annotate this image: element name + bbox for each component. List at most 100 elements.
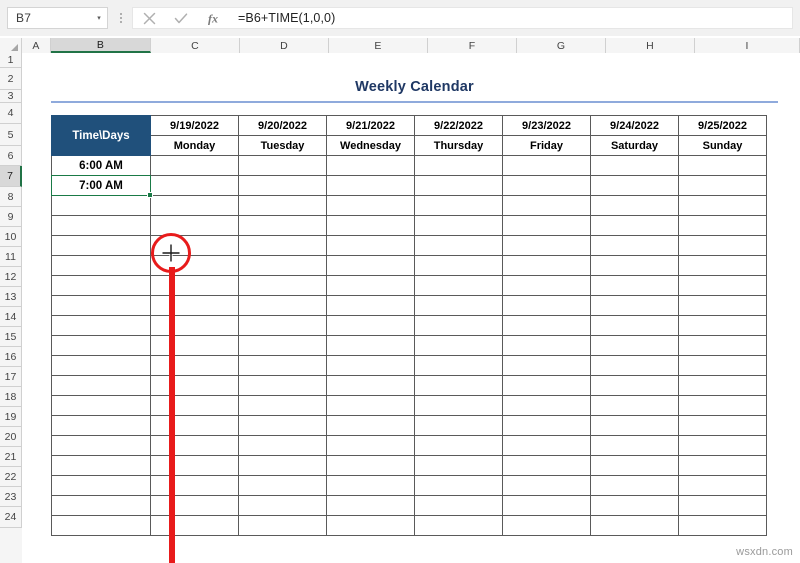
day-cell-4[interactable]: Friday [502, 135, 591, 156]
calendar-empty-cell[interactable] [150, 415, 239, 436]
calendar-empty-cell[interactable] [238, 235, 327, 256]
calendar-empty-cell[interactable] [150, 515, 239, 536]
calendar-empty-cell[interactable] [150, 435, 239, 456]
calendar-empty-cell[interactable] [502, 155, 591, 176]
calendar-empty-cell[interactable] [678, 215, 767, 236]
calendar-empty-cell[interactable] [502, 475, 591, 496]
calendar-empty-cell[interactable] [502, 255, 591, 276]
row-header-10[interactable]: 10 [0, 227, 22, 247]
calendar-empty-cell[interactable] [326, 515, 415, 536]
calendar-empty-cell[interactable] [150, 215, 239, 236]
row-header-14[interactable]: 14 [0, 307, 22, 327]
calendar-empty-cell[interactable] [678, 235, 767, 256]
calendar-empty-cell[interactable] [678, 175, 767, 196]
calendar-empty-cell[interactable] [678, 315, 767, 336]
row-header-4[interactable]: 4 [0, 103, 22, 124]
time-cell[interactable] [51, 515, 151, 536]
column-header-a[interactable]: A [22, 38, 51, 53]
calendar-empty-cell[interactable] [678, 495, 767, 516]
calendar-empty-cell[interactable] [590, 435, 679, 456]
calendar-empty-cell[interactable] [326, 415, 415, 436]
row-header-15[interactable]: 15 [0, 327, 22, 347]
calendar-empty-cell[interactable] [678, 275, 767, 296]
calendar-empty-cell[interactable] [326, 495, 415, 516]
calendar-empty-cell[interactable] [414, 375, 503, 396]
calendar-empty-cell[interactable] [678, 355, 767, 376]
calendar-empty-cell[interactable] [238, 495, 327, 516]
calendar-empty-cell[interactable] [414, 475, 503, 496]
time-cell[interactable] [51, 435, 151, 456]
row-header-22[interactable]: 22 [0, 467, 22, 487]
select-all-corner[interactable] [0, 38, 22, 53]
time-cell[interactable] [51, 455, 151, 476]
date-cell-3[interactable]: 9/22/2022 [414, 115, 503, 136]
calendar-empty-cell[interactable] [678, 335, 767, 356]
more-options-icon[interactable] [110, 7, 132, 29]
calendar-empty-cell[interactable] [150, 335, 239, 356]
calendar-empty-cell[interactable] [326, 315, 415, 336]
calendar-empty-cell[interactable] [502, 195, 591, 216]
time-cell[interactable]: 6:00 AM [51, 155, 151, 176]
time-cell[interactable] [51, 295, 151, 316]
calendar-empty-cell[interactable] [238, 455, 327, 476]
column-header-c[interactable]: C [151, 38, 240, 53]
calendar-empty-cell[interactable] [326, 295, 415, 316]
calendar-empty-cell[interactable] [238, 395, 327, 416]
calendar-empty-cell[interactable] [326, 195, 415, 216]
calendar-empty-cell[interactable] [590, 395, 679, 416]
calendar-empty-cell[interactable] [590, 215, 679, 236]
calendar-empty-cell[interactable] [238, 315, 327, 336]
time-days-corner-cell[interactable]: Time\Days [51, 115, 151, 156]
chevron-down-icon[interactable]: ▾ [91, 8, 107, 28]
calendar-empty-cell[interactable] [502, 335, 591, 356]
calendar-empty-cell[interactable] [238, 295, 327, 316]
time-cell[interactable] [51, 495, 151, 516]
calendar-empty-cell[interactable] [678, 195, 767, 216]
calendar-empty-cell[interactable] [590, 415, 679, 436]
calendar-empty-cell[interactable] [238, 155, 327, 176]
calendar-empty-cell[interactable] [590, 275, 679, 296]
row-header-20[interactable]: 20 [0, 427, 22, 447]
calendar-empty-cell[interactable] [414, 315, 503, 336]
row-header-12[interactable]: 12 [0, 267, 22, 287]
time-cell[interactable] [51, 395, 151, 416]
row-header-2[interactable]: 2 [0, 68, 22, 90]
calendar-empty-cell[interactable] [150, 475, 239, 496]
calendar-empty-cell[interactable] [590, 515, 679, 536]
calendar-empty-cell[interactable] [678, 455, 767, 476]
calendar-empty-cell[interactable] [678, 295, 767, 316]
fill-handle[interactable] [147, 192, 153, 198]
calendar-empty-cell[interactable] [326, 355, 415, 376]
date-cell-5[interactable]: 9/24/2022 [590, 115, 679, 136]
calendar-empty-cell[interactable] [502, 275, 591, 296]
row-header-19[interactable]: 19 [0, 407, 22, 427]
calendar-empty-cell[interactable] [414, 495, 503, 516]
time-cell[interactable] [51, 215, 151, 236]
time-cell[interactable] [51, 375, 151, 396]
column-header-f[interactable]: F [428, 38, 517, 53]
date-cell-0[interactable]: 9/19/2022 [150, 115, 239, 136]
calendar-empty-cell[interactable] [150, 315, 239, 336]
calendar-empty-cell[interactable] [502, 455, 591, 476]
confirm-check-icon[interactable] [165, 8, 197, 28]
time-cell[interactable] [51, 255, 151, 276]
date-cell-1[interactable]: 9/20/2022 [238, 115, 327, 136]
calendar-empty-cell[interactable] [150, 275, 239, 296]
calendar-empty-cell[interactable] [238, 375, 327, 396]
time-cell[interactable] [51, 475, 151, 496]
calendar-empty-cell[interactable] [678, 395, 767, 416]
day-cell-2[interactable]: Wednesday [326, 135, 415, 156]
calendar-empty-cell[interactable] [414, 275, 503, 296]
calendar-empty-cell[interactable] [150, 295, 239, 316]
calendar-empty-cell[interactable] [326, 455, 415, 476]
column-header-b[interactable]: B [51, 38, 151, 53]
calendar-empty-cell[interactable] [326, 435, 415, 456]
calendar-empty-cell[interactable] [414, 215, 503, 236]
calendar-empty-cell[interactable] [414, 155, 503, 176]
calendar-empty-cell[interactable] [590, 155, 679, 176]
calendar-empty-cell[interactable] [590, 475, 679, 496]
day-cell-6[interactable]: Sunday [678, 135, 767, 156]
row-header-5[interactable]: 5 [0, 124, 22, 146]
worksheet-grid[interactable]: Weekly Calendar Time\Days 9/19/2022 9/20… [22, 53, 800, 563]
time-cell[interactable] [51, 315, 151, 336]
